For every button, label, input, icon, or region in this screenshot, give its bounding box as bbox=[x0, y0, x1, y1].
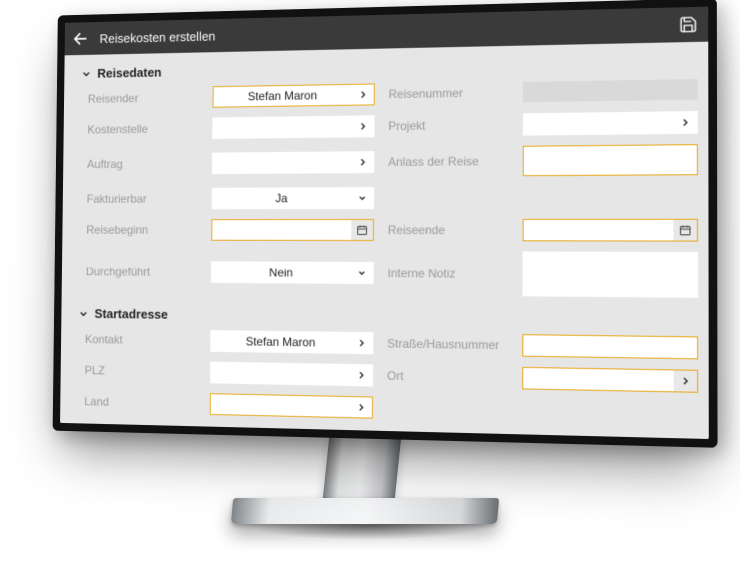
label-kostenstelle: Kostenstelle bbox=[87, 122, 199, 137]
textarea-notiz[interactable] bbox=[523, 252, 697, 296]
section-heading: Reisedaten bbox=[97, 65, 161, 81]
textarea-anlass[interactable] bbox=[524, 145, 697, 175]
input-strasse[interactable] bbox=[523, 335, 697, 358]
select-fakturierbar[interactable] bbox=[213, 188, 352, 208]
chevron-down-icon bbox=[76, 427, 87, 439]
input-plz[interactable] bbox=[211, 363, 351, 385]
section-heading: Zieladresse bbox=[93, 426, 160, 439]
input-ort[interactable] bbox=[523, 368, 673, 391]
field-kostenstelle[interactable] bbox=[212, 115, 374, 139]
label-reisender: Reisender bbox=[88, 90, 200, 105]
input-reisebeginn[interactable] bbox=[212, 220, 351, 240]
monitor-frame: Reisekosten erstellen Reisedaten Reisend… bbox=[53, 0, 718, 448]
label-anlass: Anlass der Reise bbox=[388, 154, 508, 169]
calendar-icon[interactable] bbox=[674, 220, 697, 241]
input-kostenstelle[interactable] bbox=[213, 117, 352, 138]
section-heading: Startadresse bbox=[94, 306, 168, 321]
chevron-right-icon[interactable] bbox=[673, 112, 696, 133]
chevron-right-icon[interactable] bbox=[352, 84, 374, 104]
input-projekt[interactable] bbox=[524, 112, 674, 134]
field-reisebeginn[interactable] bbox=[211, 219, 374, 241]
label-kontakt: Kontakt bbox=[85, 332, 197, 347]
label-auftrag: Auftrag bbox=[87, 157, 199, 171]
field-projekt[interactable] bbox=[523, 111, 698, 136]
field-notiz[interactable] bbox=[522, 251, 698, 297]
chevron-right-icon[interactable] bbox=[350, 397, 372, 418]
field-plz[interactable] bbox=[210, 362, 373, 387]
select-durchgefuehrt[interactable] bbox=[212, 262, 351, 283]
back-icon[interactable] bbox=[72, 30, 89, 48]
save-icon[interactable] bbox=[679, 15, 698, 34]
page-title: Reisekosten erstellen bbox=[99, 17, 666, 45]
chevron-down-icon bbox=[81, 68, 92, 80]
chevron-right-icon[interactable] bbox=[352, 116, 374, 136]
chevron-right-icon[interactable] bbox=[351, 333, 373, 353]
field-anlass[interactable] bbox=[523, 144, 698, 176]
label-plz: PLZ bbox=[85, 363, 197, 379]
field-land[interactable] bbox=[210, 393, 373, 419]
field-kontakt[interactable] bbox=[210, 330, 373, 354]
field-reisender[interactable] bbox=[213, 83, 375, 107]
label-projekt: Projekt bbox=[388, 118, 508, 133]
chevron-right-icon[interactable] bbox=[674, 370, 697, 391]
label-land: Land bbox=[84, 394, 196, 410]
chevron-down-icon[interactable] bbox=[351, 263, 373, 283]
form-content: Reisedaten Reisender Reisenummer Kostens… bbox=[60, 42, 709, 440]
input-auftrag[interactable] bbox=[213, 152, 352, 173]
input-reisender[interactable] bbox=[214, 85, 353, 107]
field-durchgefuehrt[interactable] bbox=[211, 261, 374, 284]
input-land[interactable] bbox=[211, 394, 351, 417]
label-reiseende: Reiseende bbox=[388, 223, 509, 237]
field-strasse[interactable] bbox=[522, 334, 698, 359]
chevron-down-icon bbox=[78, 308, 89, 320]
label-ort: Ort bbox=[387, 369, 508, 385]
field-ort[interactable] bbox=[522, 367, 698, 393]
field-reiseende[interactable] bbox=[523, 219, 698, 242]
label-reisebeginn: Reisebeginn bbox=[86, 223, 198, 237]
label-strasse: Straße/Hausnummer bbox=[387, 336, 508, 352]
label-fakturierbar: Fakturierbar bbox=[87, 192, 199, 206]
chevron-down-icon[interactable] bbox=[351, 188, 373, 208]
label-reisenummer: Reisenummer bbox=[388, 85, 508, 101]
field-auftrag[interactable] bbox=[212, 151, 374, 174]
calendar-icon[interactable] bbox=[351, 220, 373, 240]
app-screen: Reisekosten erstellen Reisedaten Reisend… bbox=[60, 7, 709, 440]
chevron-right-icon[interactable] bbox=[350, 365, 372, 385]
input-kontakt[interactable] bbox=[211, 331, 350, 353]
label-notiz: Interne Notiz bbox=[388, 266, 509, 281]
label-durchgefuehrt: Durchgeführt bbox=[86, 265, 198, 279]
field-reisenummer bbox=[523, 79, 698, 102]
chevron-right-icon[interactable] bbox=[352, 152, 374, 172]
field-fakturierbar[interactable] bbox=[212, 187, 375, 209]
input-reiseende[interactable] bbox=[524, 220, 674, 241]
